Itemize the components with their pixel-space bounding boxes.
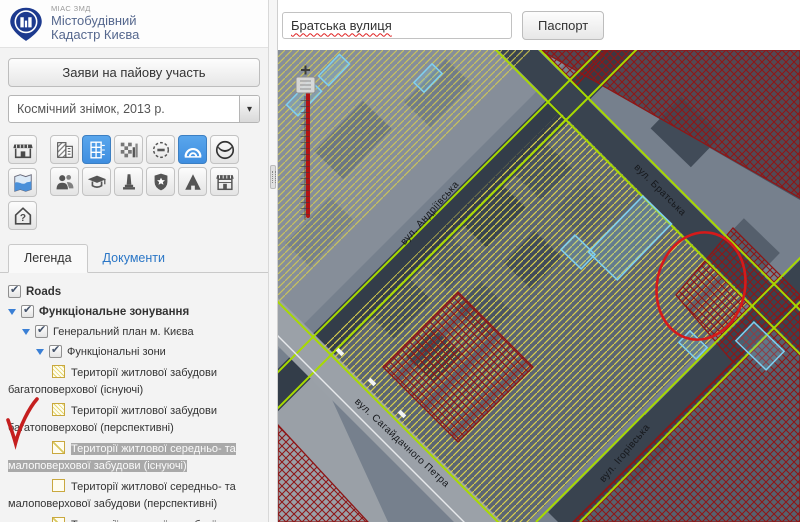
restricted-zone-layer-button[interactable] — [146, 135, 175, 164]
legend-roads-row[interactable]: Roads — [8, 285, 260, 298]
svg-text:?: ? — [19, 213, 25, 224]
zoning-plan-icon — [86, 139, 108, 161]
app-header: МІАС ЗМД Містобудівний Кадастр Києва — [0, 0, 268, 48]
people-layer-button[interactable] — [50, 167, 79, 196]
storefront-layer-button[interactable] — [8, 135, 37, 164]
zone-swatch-icon — [52, 479, 65, 492]
zone-swatch-icon — [52, 517, 65, 522]
collapse-arrow-icon[interactable] — [8, 309, 16, 315]
police-badge-icon — [150, 171, 172, 193]
panel-splitter[interactable] — [268, 0, 278, 522]
house-question-button[interactable]: ? — [8, 201, 37, 230]
tab-legend[interactable]: Легенда — [8, 244, 88, 273]
satellite-map[interactable]: вул. Андріївська вул. Братська вул. Сага… — [278, 50, 800, 522]
zone-swatch-icon — [52, 441, 65, 454]
hatched-buildings-icon — [54, 139, 76, 161]
kiosk-layer-button[interactable] — [210, 167, 239, 196]
search-value: Братська вулиця — [291, 18, 392, 33]
app-title-line1: Містобудівний — [51, 14, 139, 28]
map-layer-button[interactable] — [8, 168, 37, 197]
chevron-down-icon[interactable]: ▾ — [239, 96, 259, 122]
basemap-select[interactable]: Космічний знімок, 2013 р. ▾ — [8, 95, 260, 123]
main-area: Братська вулиця Паспорт — [278, 0, 800, 522]
org-label: МІАС ЗМД — [51, 5, 139, 13]
map-icon — [12, 172, 34, 194]
search-input[interactable]: Братська вулиця — [282, 12, 512, 39]
legend-panel: Roads Функціональне зонування Генеральни… — [0, 273, 268, 522]
legend-group-zoning[interactable]: Функціональне зонування — [8, 305, 260, 318]
passport-button[interactable]: Паспорт — [522, 11, 604, 40]
parks-layer-button[interactable] — [178, 167, 207, 196]
zoning-checkbox[interactable] — [21, 305, 34, 318]
restricted-zone-icon — [150, 139, 172, 161]
zoning-plan-layer-button[interactable] — [82, 135, 111, 164]
participation-requests-button[interactable]: Заяви на пайову участь — [8, 58, 260, 87]
genplan-checkbox[interactable] — [35, 325, 48, 338]
legend-item[interactable]: Території житлової середньо- та малопове… — [8, 479, 260, 512]
owl-layer-button[interactable] — [210, 135, 239, 164]
arch-layer-button[interactable] — [178, 135, 207, 164]
layer-toolbar: ? — [0, 133, 268, 230]
funczones-checkbox[interactable] — [49, 345, 62, 358]
topbar: Братська вулиця Паспорт — [278, 0, 800, 50]
app-window: МІАС ЗМД Містобудівний Кадастр Києва Зая… — [0, 0, 800, 522]
mosaic-buildings-icon — [118, 139, 140, 161]
buildings-hatched-layer-button[interactable] — [50, 135, 79, 164]
legend-item[interactable]: Території житлової забудови багатоповерх… — [8, 365, 260, 398]
funczones-label: Функціональні зони — [67, 346, 166, 358]
collapse-arrow-icon[interactable] — [22, 329, 30, 335]
graduation-cap-icon — [86, 171, 108, 193]
police-layer-button[interactable] — [146, 167, 175, 196]
map-viewport[interactable]: вул. Андріївська вул. Братська вул. Сага… — [278, 50, 800, 522]
arch-icon — [182, 139, 204, 161]
zone-swatch-icon — [52, 365, 65, 378]
basemap-selected-value: Космічний знімок, 2013 р. — [9, 102, 239, 116]
legend-item[interactable]: Території житлової садибної забудови (іс… — [8, 517, 260, 522]
roads-checkbox[interactable] — [8, 285, 21, 298]
tab-documents[interactable]: Документи — [88, 245, 180, 272]
legend-group-genplan[interactable]: Генеральний план м. Києва — [8, 325, 260, 338]
storefront-icon — [12, 139, 34, 161]
mosaic-layer-button[interactable] — [114, 135, 143, 164]
house-question-icon: ? — [12, 205, 34, 227]
roads-label: Roads — [26, 286, 61, 298]
people-icon — [54, 171, 76, 193]
legend-item[interactable]: Території житлової забудови багатоповерх… — [8, 403, 260, 436]
collapse-arrow-icon[interactable] — [36, 349, 44, 355]
app-title-line2: Кадастр Києва — [51, 28, 139, 42]
tent-icon — [182, 171, 204, 193]
education-layer-button[interactable] — [82, 167, 111, 196]
genplan-label: Генеральний план м. Києва — [53, 326, 194, 338]
monument-icon — [118, 171, 140, 193]
legend-item-selected[interactable]: Території житлової середньо- та малопове… — [8, 441, 260, 474]
kyiv-cadastre-logo-icon — [8, 6, 44, 42]
splitter-handle-icon[interactable] — [270, 165, 276, 189]
owl-icon — [214, 139, 236, 161]
monument-layer-button[interactable] — [114, 167, 143, 196]
sidebar-tabs: Легенда Документи — [0, 242, 268, 273]
legend-group-funczones[interactable]: Функціональні зони — [8, 345, 260, 358]
kiosk-icon — [214, 171, 236, 193]
zone-swatch-icon — [52, 403, 65, 416]
zoning-label: Функціональне зонування — [39, 306, 189, 318]
sidebar: МІАС ЗМД Містобудівний Кадастр Києва Зая… — [0, 0, 268, 522]
